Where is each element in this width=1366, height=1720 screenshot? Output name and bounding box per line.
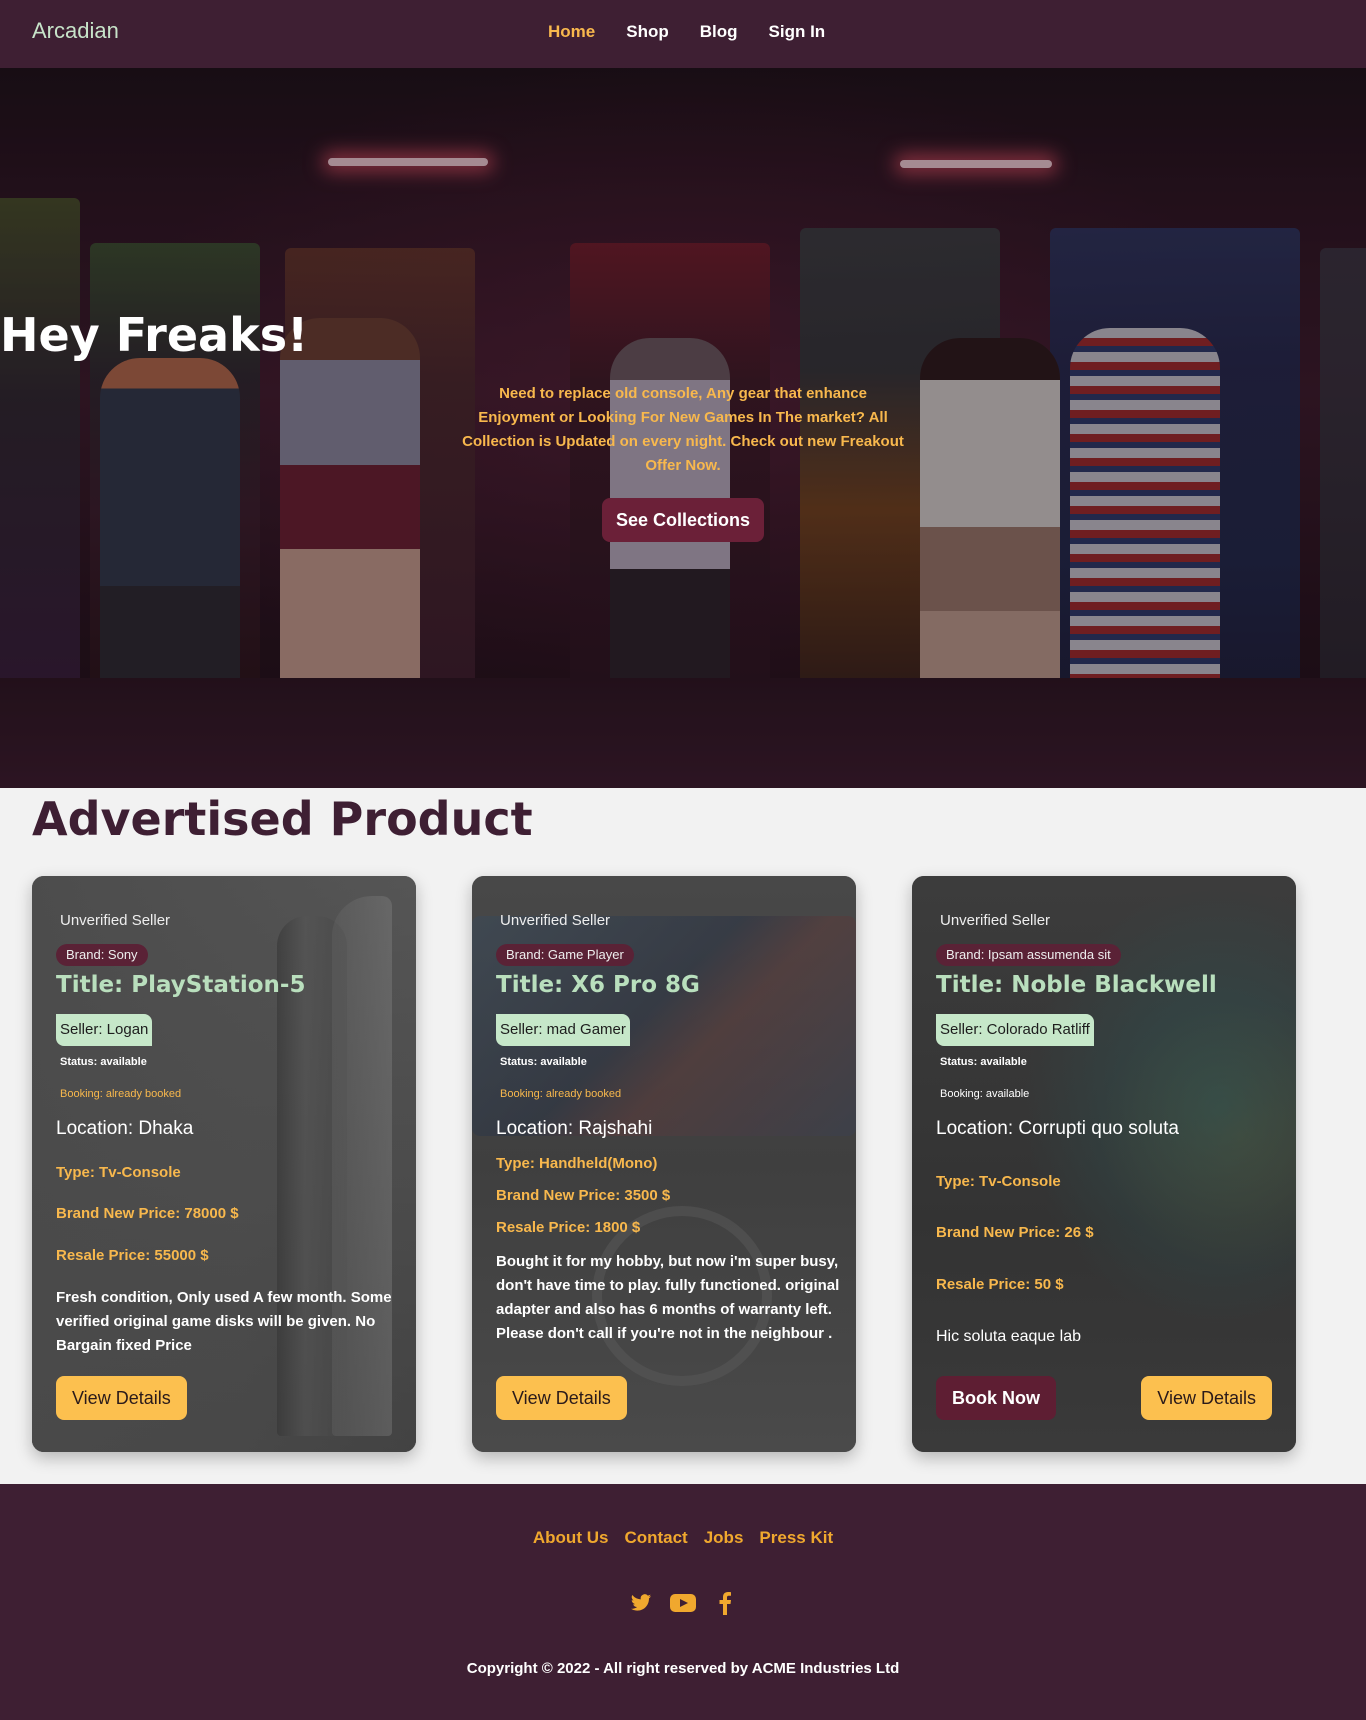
nav-links: Home Shop Blog Sign In <box>548 22 856 42</box>
nav-home[interactable]: Home <box>548 22 595 42</box>
product-card: Unverified Seller Brand: Game Player Tit… <box>472 876 856 1452</box>
status-text: Status: available <box>940 1056 1027 1068</box>
footer-link-about[interactable]: About Us <box>533 1528 609 1548</box>
location-text: Location: Rajshahi <box>496 1118 653 1139</box>
status-text: Status: available <box>500 1056 587 1068</box>
brand-badge: Brand: Game Player <box>496 944 634 966</box>
new-price-text: Brand New Price: 3500 $ <box>496 1187 671 1204</box>
facebook-icon[interactable] <box>712 1590 738 1616</box>
product-description: Hic soluta eaque lab <box>936 1328 1081 1345</box>
seller-verification: Unverified Seller <box>500 912 611 929</box>
brand-badge: Brand: Ipsam assumenda sit <box>936 944 1121 966</box>
footer-links: About Us Contact Jobs Press Kit <box>0 1528 1366 1548</box>
resale-price-text: Resale Price: 1800 $ <box>496 1219 641 1236</box>
hero-description: Need to replace old console, Any gear th… <box>462 385 904 474</box>
product-description: Fresh condition, Only used A few month. … <box>56 1289 392 1354</box>
type-text: Type: Handheld(Mono) <box>496 1155 658 1172</box>
location-text: Location: Dhaka <box>56 1118 194 1139</box>
see-collections-button[interactable]: See Collections <box>602 498 764 542</box>
booking-text: Booking: already booked <box>60 1088 182 1100</box>
nav-sign-in[interactable]: Sign In <box>769 22 826 42</box>
product-title: Title: PlayStation-5 <box>56 972 306 998</box>
seller-verification: Unverified Seller <box>60 912 171 929</box>
booking-text: Booking: already booked <box>500 1088 622 1100</box>
navbar: Arcadian Home Shop Blog Sign In <box>0 0 1366 68</box>
footer-link-press-kit[interactable]: Press Kit <box>759 1528 833 1548</box>
booking-text: Booking: available <box>940 1088 1030 1100</box>
social-links <box>0 1590 1366 1616</box>
new-price-text: Brand New Price: 26 $ <box>936 1224 1094 1241</box>
view-details-button[interactable]: View Details <box>56 1376 187 1420</box>
product-card: Unverified Seller Brand: Sony Title: Pla… <box>32 876 416 1452</box>
view-details-button[interactable]: View Details <box>1141 1376 1272 1420</box>
type-text: Type: Tv-Console <box>936 1173 1061 1190</box>
product-description: Bought it for my hobby, but now i'm supe… <box>496 1253 840 1342</box>
resale-price-text: Resale Price: 55000 $ <box>56 1247 209 1264</box>
product-title: Title: X6 Pro 8G <box>496 972 700 998</box>
seller-badge: Seller: Colorado Ratliff <box>936 1014 1094 1046</box>
product-card: Unverified Seller Brand: Ipsam assumenda… <box>912 876 1296 1452</box>
advertised-section-title: Advertised Product <box>32 792 533 846</box>
footer-link-jobs[interactable]: Jobs <box>704 1528 744 1548</box>
twitter-icon[interactable] <box>628 1590 654 1616</box>
seller-verification: Unverified Seller <box>940 912 1051 929</box>
brand-logo[interactable]: Arcadian <box>32 18 119 44</box>
new-price-text: Brand New Price: 78000 $ <box>56 1205 239 1222</box>
youtube-icon[interactable] <box>670 1590 696 1616</box>
view-details-button[interactable]: View Details <box>496 1376 627 1420</box>
seller-badge: Seller: Logan <box>56 1014 153 1046</box>
copyright-text: Copyright © 2022 - All right reserved by… <box>466 1660 900 1677</box>
brand-badge: Brand: Sony <box>56 944 148 966</box>
hero-banner: Hey Freaks! Need to replace old console,… <box>0 68 1366 788</box>
nav-blog[interactable]: Blog <box>700 22 738 42</box>
location-text: Location: Corrupti quo soluta <box>936 1118 1179 1139</box>
status-text: Status: available <box>60 1056 147 1068</box>
book-now-button[interactable]: Book Now <box>936 1376 1056 1420</box>
resale-price-text: Resale Price: 50 $ <box>936 1276 1064 1293</box>
footer-link-contact[interactable]: Contact <box>624 1528 687 1548</box>
type-text: Type: Tv-Console <box>56 1164 181 1181</box>
footer: About Us Contact Jobs Press Kit Copyrigh… <box>0 1484 1366 1720</box>
product-title: Title: Noble Blackwell <box>936 972 1217 998</box>
nav-shop[interactable]: Shop <box>626 22 669 42</box>
product-cards: Unverified Seller Brand: Sony Title: Pla… <box>32 876 1332 1452</box>
hero-title: Hey Freaks! <box>0 308 309 362</box>
seller-badge: Seller: mad Gamer <box>496 1014 630 1046</box>
